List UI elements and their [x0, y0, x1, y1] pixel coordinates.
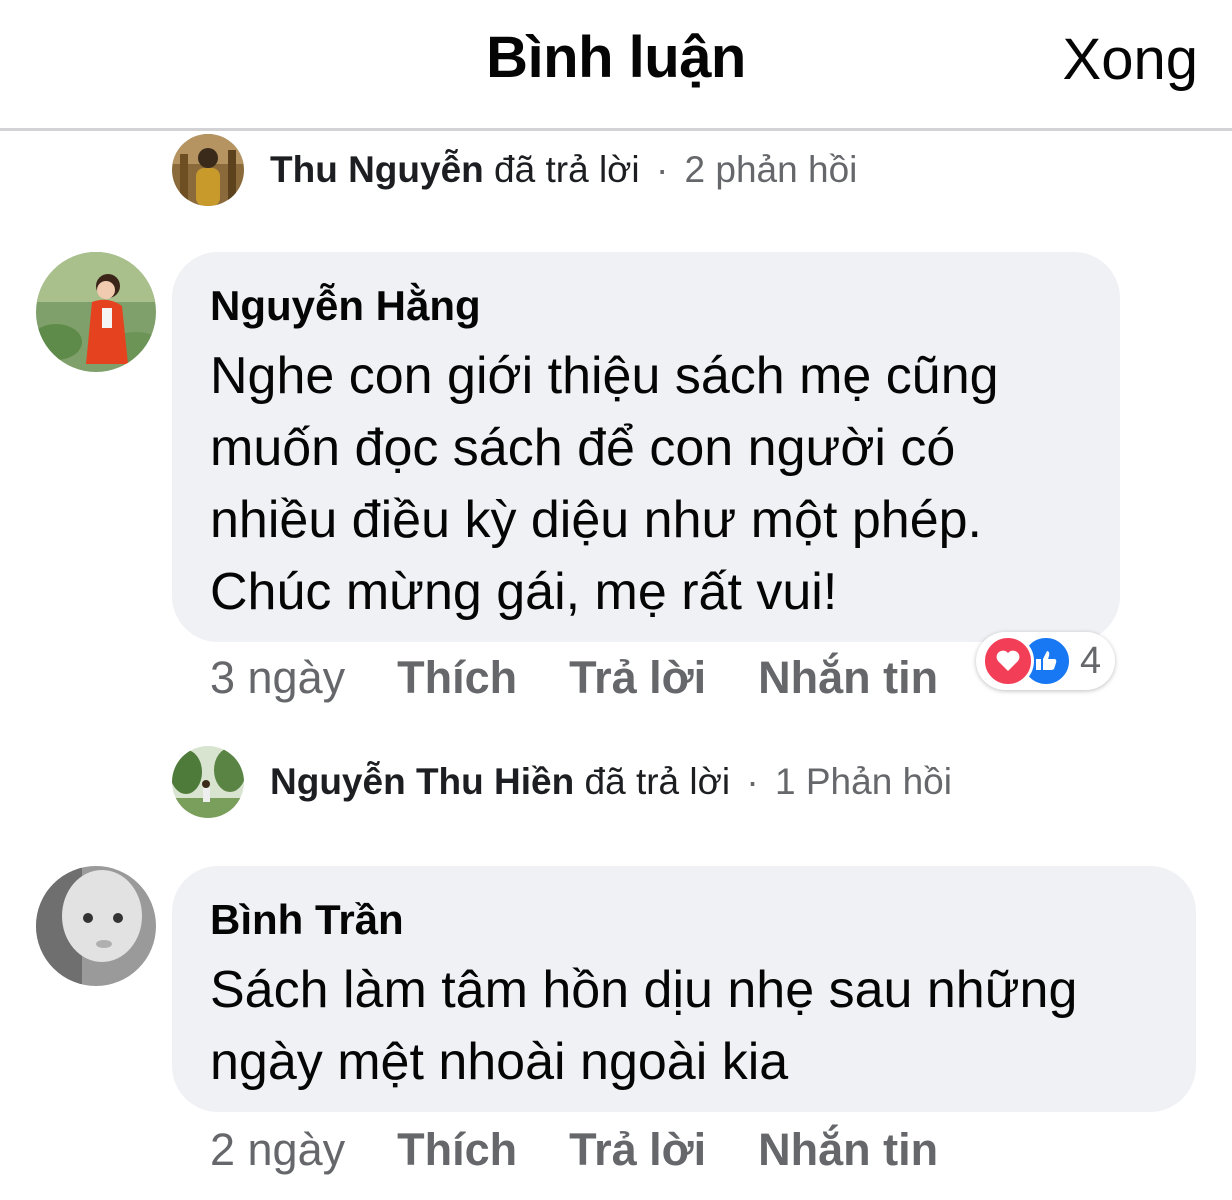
- message-button[interactable]: Nhắn tin: [758, 652, 938, 704]
- avatar[interactable]: [172, 746, 244, 818]
- page-title: Bình luận: [486, 25, 746, 90]
- avatar[interactable]: [36, 866, 156, 986]
- reply-count[interactable]: 2 phản hồi: [685, 149, 858, 190]
- comment-timestamp: 3 ngày: [210, 652, 346, 703]
- comment-text-line: ngày mệt nhoài ngoài kia: [210, 1033, 789, 1091]
- avatar[interactable]: [36, 252, 156, 372]
- reply-action-text: đã trả lời: [494, 149, 640, 190]
- reply-button[interactable]: Trả lời: [569, 652, 706, 704]
- message-button[interactable]: Nhắn tin: [758, 1124, 938, 1176]
- reply-button[interactable]: Trả lời: [569, 1124, 706, 1176]
- comment-text-line: Nghe con giới thiệu sách mẹ cũng: [210, 347, 999, 405]
- comment-bubble[interactable]: Nguyễn Hằng Nghe con giới thiệu sách mẹ …: [172, 252, 1120, 642]
- comment-text: Nghe con giới thiệu sách mẹ cũng muốn đọ…: [210, 340, 1082, 628]
- reply-action-text: đã trả lời: [584, 761, 731, 802]
- header-bar: Bình luận Xong: [0, 0, 1232, 131]
- comment-actions: 2 ngày Thích Trả lời Nhắn tin: [210, 1124, 990, 1176]
- separator-dot: ·: [746, 761, 759, 802]
- like-button[interactable]: Thích: [397, 1124, 517, 1176]
- comment-text-line: Chúc mừng gái, mẹ rất vui!: [210, 563, 838, 621]
- done-button[interactable]: Xong: [1063, 26, 1198, 93]
- reply-summary-nguyen-thu-hien[interactable]: Nguyễn Thu Hiền đã trả lời · 1 Phản hồi: [172, 744, 952, 820]
- reactions-summary[interactable]: 4: [976, 632, 1116, 690]
- comment-text: Sách làm tâm hồn dịu nhẹ sau những ngày …: [210, 954, 1158, 1098]
- reply-summary-thu-nguyen[interactable]: Thu Nguyễn đã trả lời · 2 phản hồi: [172, 132, 857, 208]
- comment-author-name[interactable]: Bình Trần: [210, 896, 1158, 944]
- avatar[interactable]: [172, 134, 244, 206]
- separator-dot: ·: [655, 149, 669, 190]
- reaction-count: 4: [1080, 639, 1102, 682]
- comment-author-name[interactable]: Nguyễn Hằng: [210, 282, 1082, 330]
- comment-text-line: nhiều điều kỳ diệu như một phép.: [210, 491, 983, 549]
- comment-actions: 3 ngày Thích Trả lời Nhắn tin: [210, 652, 990, 704]
- comment-bubble[interactable]: Bình Trần Sách làm tâm hồn dịu nhẹ sau n…: [172, 866, 1196, 1112]
- comment-text-line: muốn đọc sách để con người có: [210, 419, 956, 477]
- reply-author-name[interactable]: Thu Nguyễn: [270, 149, 484, 190]
- reply-count[interactable]: 1 Phản hồi: [775, 761, 952, 802]
- like-button[interactable]: Thích: [397, 652, 517, 704]
- reply-author-name[interactable]: Nguyễn Thu Hiền: [270, 761, 574, 802]
- comment-text-line: Sách làm tâm hồn dịu nhẹ sau những: [210, 961, 1078, 1019]
- heart-icon: [982, 635, 1034, 687]
- comment-timestamp: 2 ngày: [210, 1124, 346, 1175]
